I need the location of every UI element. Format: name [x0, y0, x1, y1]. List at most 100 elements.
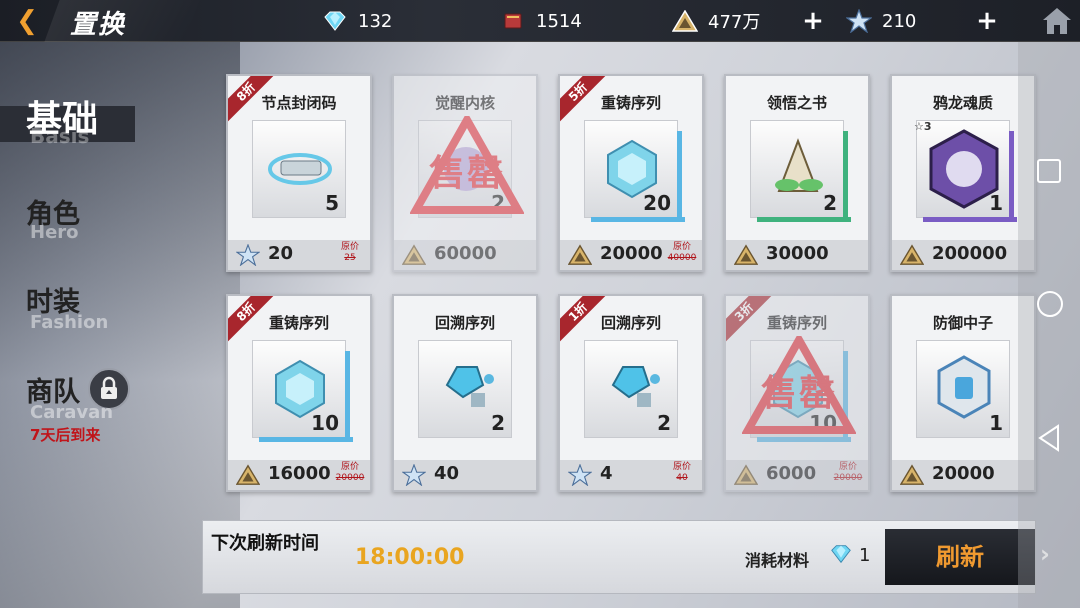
crystal-icon — [829, 543, 853, 567]
gold-triangle-icon — [672, 10, 698, 32]
nav-item-hero[interactable]: 角色 Hero — [0, 192, 210, 252]
refresh-time-value: 18:00:00 — [355, 545, 465, 570]
sold-out-text: 售罄 — [428, 153, 505, 194]
item-tile: 5 — [252, 120, 346, 218]
nav-basis-sublabel: Basis — [30, 124, 90, 148]
item-tile: 2 — [418, 340, 512, 438]
refresh-bar: 下次刷新时间 18:00:00 消耗材料 1 刷新 — [202, 520, 1036, 594]
original-price: 原价 40000 — [664, 242, 700, 264]
item-name: 回溯序列 — [434, 314, 495, 332]
resource-gold: 477万 — [672, 8, 760, 34]
item-price: 30000 — [766, 243, 829, 264]
item-price: 200000 — [932, 243, 1008, 264]
gold-triangle-icon — [733, 464, 759, 486]
item-quantity: 2 — [657, 411, 671, 435]
discount-label: 8折 — [228, 296, 274, 342]
rarity-bar — [1009, 131, 1014, 219]
price-bar: 20000 原价 40000 — [560, 240, 702, 270]
discount-ribbon: 3折 — [726, 296, 772, 342]
item-price: 16000 — [268, 463, 331, 484]
sold-out-stamp: 售罄 — [409, 111, 525, 216]
original-price-label: 原价 — [340, 242, 359, 252]
star-icon — [401, 463, 427, 487]
circle-icon[interactable] — [1036, 290, 1064, 322]
nav-hero-sublabel: Hero — [30, 222, 79, 243]
price-bar: 4 原价 40 — [560, 460, 702, 490]
shop-item-card[interactable]: 鸦龙魂质 1 ☆3 200000 — [890, 74, 1036, 272]
item-price: 40 — [434, 463, 460, 484]
item-tile: 1 — [916, 340, 1010, 438]
refresh-button[interactable]: 刷新 — [885, 529, 1035, 585]
discount-label: 3折 — [726, 296, 772, 342]
triangle-back-icon[interactable] — [1036, 424, 1062, 456]
discount-ribbon: 8折 — [228, 296, 274, 342]
shop-item-card[interactable]: 节点封闭码 5 20 原价 25 8折 — [226, 74, 372, 272]
price-bar: 60000 — [394, 240, 536, 270]
price-bar: 30000 — [726, 240, 868, 270]
price-bar: 20000 — [892, 460, 1034, 490]
item-quantity: 1 — [989, 411, 1003, 435]
item-price: 6000 — [766, 463, 817, 484]
item-tile: 2 — [750, 120, 851, 222]
price-bar: 6000 原价 20000 — [726, 460, 868, 490]
cost-value: 1 — [859, 545, 871, 566]
price-bar: 40 — [394, 460, 536, 490]
nav-caravan-sublabel: Caravan — [30, 402, 114, 423]
cost-label: 消耗材料 — [745, 551, 810, 570]
shop-item-card[interactable]: 重铸序列 10 6000 原价 20000 3折 售罄 — [724, 294, 870, 492]
nav-item-fashion[interactable]: 时装 Fashion — [0, 280, 210, 340]
system-nav-bar — [1018, 42, 1080, 608]
add-gold-button[interactable]: + — [800, 8, 826, 34]
original-price-label: 原价 — [672, 462, 691, 472]
original-price-value: 40 — [676, 473, 688, 483]
item-tile: 2 — [584, 340, 678, 438]
back-arrow-icon[interactable]: ❮ — [8, 6, 46, 36]
item-tile: 10 — [252, 340, 353, 442]
item-quantity: 5 — [325, 191, 339, 215]
item-quantity: 2 — [823, 191, 837, 215]
resource-gold-value: 477万 — [708, 12, 761, 33]
shop-item-card[interactable]: 领悟之书 2 30000 — [724, 74, 870, 272]
original-price-value: 20000 — [335, 473, 365, 483]
top-bar: ❮ 置换 132 1514 477万 + 210 + — [0, 0, 1080, 42]
resource-crystal-value: 132 — [358, 10, 393, 32]
book-icon — [500, 10, 526, 32]
discount-ribbon: 5折 — [560, 76, 606, 122]
square-icon[interactable] — [1036, 158, 1062, 188]
rarity-bar — [259, 437, 353, 442]
item-price: 4 — [600, 463, 613, 484]
gold-triangle-icon — [733, 244, 759, 266]
original-price: 原价 40 — [664, 462, 700, 484]
resource-star-value: 210 — [882, 10, 917, 32]
nav-item-caravan[interactable]: 商队 Caravan 7天后到来 — [0, 368, 210, 448]
home-icon[interactable] — [1040, 4, 1074, 38]
gold-triangle-icon — [899, 244, 925, 266]
shop-item-card[interactable]: 回溯序列 2 4 原价 40 1折 — [558, 294, 704, 492]
nav-item-basis[interactable]: 基础 Basis — [0, 84, 210, 154]
rarity-bar — [677, 131, 682, 219]
shop-item-card[interactable]: 重铸序列 20 20000 原价 40000 5折 — [558, 74, 704, 272]
item-quantity: 10 — [311, 411, 339, 435]
rarity-bar — [923, 217, 1017, 222]
item-name: 防御中子 — [932, 314, 993, 332]
shop-item-card[interactable]: 重铸序列 10 16000 原价 20000 8折 — [226, 294, 372, 492]
item-quantity: 1 — [989, 191, 1003, 215]
item-quantity: 2 — [491, 411, 505, 435]
add-star-button[interactable]: + — [974, 8, 1000, 34]
shop-item-card[interactable]: 觉醒内核 2 60000 售罄 — [392, 74, 538, 272]
price-bar: 20 原价 25 — [228, 240, 370, 270]
rarity-bar — [757, 437, 851, 442]
original-price-label: 原价 — [672, 242, 691, 252]
side-nav: 基础 Basis 角色 Hero 时装 Fashion 商队 Caravan 7… — [0, 80, 220, 460]
refresh-time-label: 下次刷新时间 — [211, 533, 319, 554]
shop-item-card[interactable]: 防御中子 1 20000 — [890, 294, 1036, 492]
original-price: 原价 20000 — [332, 462, 368, 484]
star-icon — [846, 9, 872, 33]
discount-label: 5折 — [560, 76, 606, 122]
price-bar: 16000 原价 20000 — [228, 460, 370, 490]
shop-item-card[interactable]: 回溯序列 2 40 — [392, 294, 538, 492]
item-quantity: 20 — [643, 191, 671, 215]
original-price-value: 40000 — [667, 253, 697, 263]
resource-star: 210 — [846, 8, 916, 34]
discount-label: 8折 — [228, 76, 274, 122]
